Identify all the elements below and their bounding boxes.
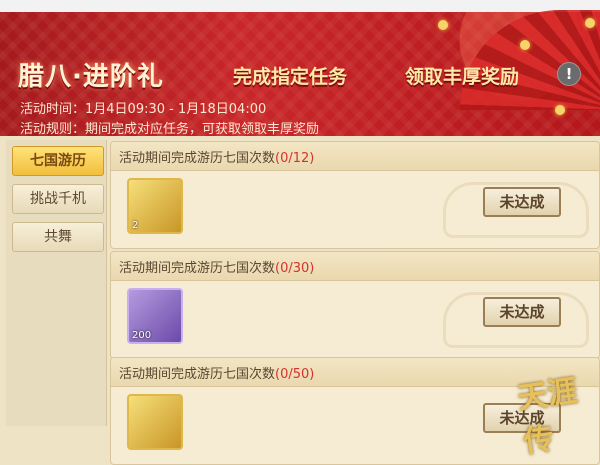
banner-subtitle: 领取丰厚奖励 [405,66,520,88]
tab-seven-kingdoms[interactable]: 七国游历 [12,146,104,176]
top-strip [0,0,600,12]
banner-title: 腊八·进阶礼 [18,62,164,92]
status-button[interactable]: 未达成 [483,187,561,217]
tab-sidebar: 七国游历 挑战千机 共舞 [6,140,107,426]
fan-decoration [460,10,600,110]
item-count: 2 [132,220,139,231]
blossom-icon [555,105,565,115]
gold-token-icon[interactable]: 2 [127,178,183,234]
item-count: 200 [132,330,152,341]
gold-token-icon[interactable] [127,394,183,450]
task-card: 活动期间完成游历七国次数(0/12) 2 未达成 [110,141,600,249]
task-progress: (0/50) [275,367,315,382]
task-header: 活动期间完成游历七国次数(0/12) [111,142,599,171]
task-description: 活动期间完成游历七国次数(0/50) [119,367,315,382]
purple-emblem-icon[interactable]: 200 [127,288,183,344]
tab-dance[interactable]: 共舞 [12,222,104,252]
info-icon[interactable]: ! [557,62,581,86]
game-logo: 天涯传 [515,373,580,461]
blossom-icon [438,20,448,30]
event-rule: 活动规则：期间完成对应任务，可获取领取丰厚奖励 [20,122,320,136]
event-time: 活动时间：1月4日09:30 - 1月18日04:00 [20,102,267,117]
tab-challenge[interactable]: 挑战千机 [12,184,104,214]
task-header: 活动期间完成游历七国次数(0/30) [111,252,599,281]
task-description: 活动期间完成游历七国次数(0/30) [119,261,315,276]
task-description: 活动期间完成游历七国次数(0/12) [119,151,315,166]
task-card: 活动期间完成游历七国次数(0/30) 200 未达成 [110,251,600,359]
task-progress: (0/30) [275,261,315,276]
task-progress: (0/12) [275,151,315,166]
blossom-icon [520,40,530,50]
status-button[interactable]: 未达成 [483,297,561,327]
banner-subtitle: 完成指定任务 [233,66,348,88]
blossom-icon [585,18,595,28]
event-banner: 腊八·进阶礼 完成指定任务 领取丰厚奖励 ! 活动时间：1月4日09:30 - … [0,0,600,136]
